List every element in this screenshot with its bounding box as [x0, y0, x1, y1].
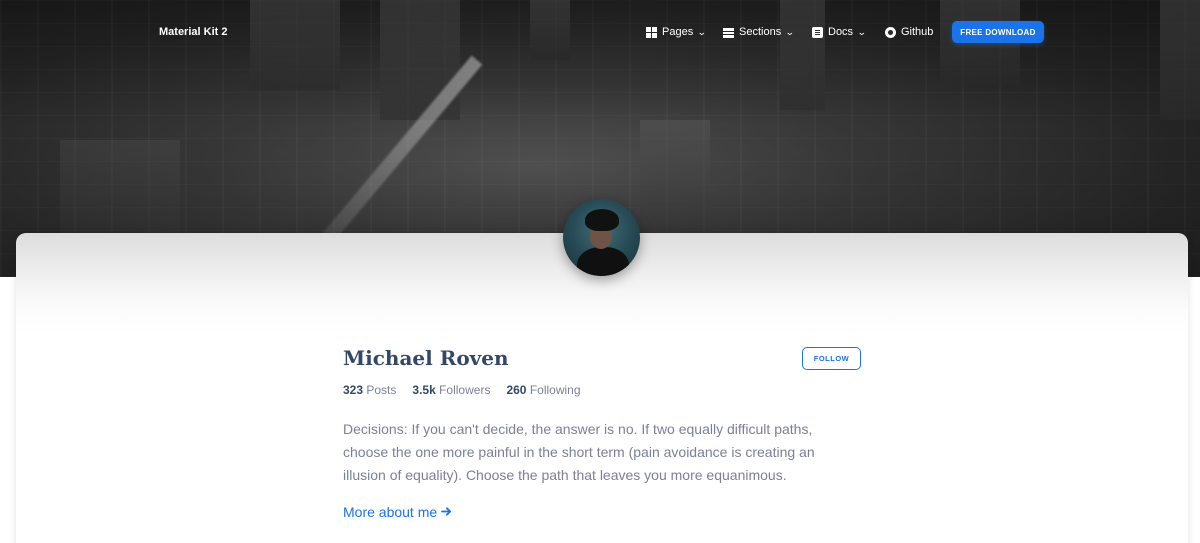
navbar: Material Kit 2 Pages ⌄ Sections ⌄ Docs ⌄… [0, 16, 1200, 48]
profile-bio: Decisions: If you can't decide, the answ… [343, 421, 815, 483]
stat-label: Posts [366, 383, 397, 397]
stat-value: 260 [506, 383, 527, 397]
nav-item-docs[interactable]: Docs ⌄ [812, 26, 867, 38]
stat-value: 3.5k [412, 383, 436, 397]
arrow-right-icon [441, 504, 452, 520]
more-link-label: More about me [343, 504, 438, 520]
stat-posts: 323 Posts [343, 383, 396, 397]
free-download-button[interactable]: FREE DOWNLOAD [952, 21, 1044, 43]
nav-item-label: Docs [828, 26, 854, 38]
chevron-down-icon: ⌄ [856, 26, 867, 37]
stat-value: 323 [343, 383, 364, 397]
dashboard-icon [646, 26, 657, 38]
stat-following: 260 Following [506, 383, 580, 397]
more-about-me-link[interactable]: More about me [343, 504, 452, 520]
profile-name: Michael Roven [343, 346, 509, 370]
article-icon [812, 26, 823, 38]
nav-item-github[interactable]: Github [885, 26, 933, 38]
nav-item-label: Github [901, 26, 934, 38]
stat-followers: 3.5k Followers [412, 383, 490, 397]
nav-item-label: Sections [739, 26, 782, 38]
chevron-down-icon: ⌄ [697, 26, 707, 37]
chevron-down-icon: ⌄ [785, 26, 795, 37]
stat-label: Followers [439, 383, 491, 397]
profile-card [16, 233, 1188, 543]
view-day-icon [723, 26, 734, 38]
follow-button[interactable]: FOLLOW [802, 347, 861, 370]
stat-label: Following [529, 383, 581, 397]
brand-logo[interactable]: Material Kit 2 [159, 26, 227, 38]
nav-item-label: Pages [662, 26, 694, 38]
avatar [563, 199, 640, 276]
profile-stats: 323 Posts 3.5k Followers 260 Following [343, 383, 581, 397]
github-icon [885, 26, 896, 38]
nav-item-pages[interactable]: Pages ⌄ [646, 26, 707, 38]
nav-item-sections[interactable]: Sections ⌄ [723, 26, 795, 38]
